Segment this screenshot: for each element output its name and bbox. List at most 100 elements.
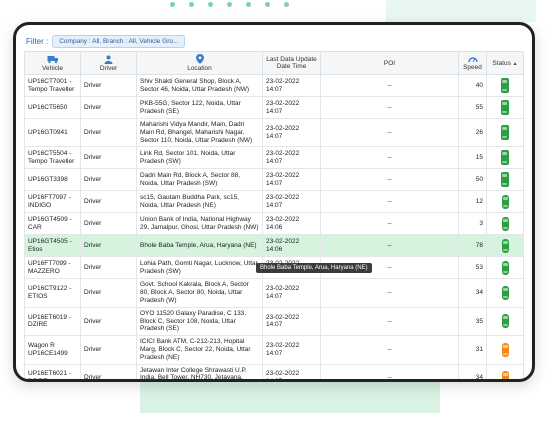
filter-chip[interactable]: Company : All, Branch : All, Vehicle Gro… — [52, 34, 186, 48]
table-row[interactable]: UP16GT3398 Driver Dadri Main Rd, Block A, … — [24, 168, 524, 192]
cell-last-update: 23-02-2022 14:07 — [262, 278, 321, 308]
bus-icon[interactable] — [501, 100, 509, 115]
bus-icon[interactable] — [501, 78, 509, 93]
cell-vehicle: UP16CT7001 - Tempo Traveller — [24, 74, 81, 97]
cell-location: Maharishi Vidya Mandir, Main, Dadri Main… — [136, 117, 263, 148]
cell-status — [486, 256, 524, 280]
table-row[interactable]: UP16GT0941 Driver Maharishi Vidya Mandir, … — [24, 117, 524, 148]
cell-speed: 31 — [458, 335, 487, 365]
map-pin-icon — [195, 54, 204, 64]
table-row[interactable]: UP16CT5650 Driver PKB-55G, Sector 122, Noi… — [24, 96, 524, 119]
table-row[interactable]: UP16GT4505 - Etios Driver Bhole Baba Templ… — [24, 234, 524, 258]
cell-vehicle: UP16CT5504 - Tempo Traveller — [24, 146, 81, 170]
cell-driver: Driver — [80, 212, 137, 236]
cell-poi: -- — [320, 306, 459, 337]
cell-status — [486, 146, 524, 170]
cell-location: Union Bank of India, National Highway 29… — [136, 212, 263, 236]
cell-vehicle: UP16FT7097 - INDIGO — [24, 190, 81, 214]
table-header-row: Vehicle Driver Location Last Data Update… — [24, 51, 524, 75]
table-row[interactable]: UP16CT7001 - Tempo Traveller Driver Shiv S… — [24, 74, 524, 97]
table-row[interactable]: UP16ET6021 - DZIRE Driver Jetawan Inter Co… — [24, 363, 524, 379]
cell-location: Bhole Baba Temple, Arua, Haryana (NE) — [136, 234, 263, 258]
tracking-panel: Filter : Company : All, Branch : All, Ve… — [13, 22, 535, 382]
car-icon[interactable] — [501, 371, 509, 379]
cell-driver: Driver — [80, 306, 137, 337]
cell-driver: Driver — [80, 96, 137, 119]
col-last-update[interactable]: Last Data Update Date Time — [262, 51, 321, 75]
location-tooltip: Bhole Baba Temple, Arua, Haryana (NE) — [256, 263, 372, 273]
table-row[interactable]: UP16ET6019 - DZIRE Driver OYO 11520 Galaxy… — [24, 306, 524, 337]
cell-speed: 3 — [458, 212, 487, 236]
bus-icon[interactable] — [501, 172, 509, 188]
col-status[interactable]: Status ▲ — [486, 51, 524, 75]
cell-poi: -- — [320, 168, 459, 192]
truck-icon — [47, 55, 58, 63]
cell-poi: -- — [320, 234, 459, 258]
cell-vehicle: UP16CT5650 — [24, 96, 81, 119]
cell-vehicle: UP16ET6019 - DZIRE — [24, 306, 81, 337]
sort-up-icon[interactable]: ▲ — [513, 61, 518, 67]
cell-last-update: 23-02-2022 14:07 — [262, 168, 321, 192]
table-row[interactable]: UP16FT7097 - INDIGO Driver sc15, Gautam Bu… — [24, 190, 524, 214]
table-row[interactable]: UP16CT9122 - ETIOS Driver Govt. School Kak… — [24, 278, 524, 308]
cell-status — [486, 96, 524, 119]
cell-last-update: 23-02-2022 14:07 — [262, 74, 321, 97]
cell-speed: 12 — [458, 190, 487, 214]
cell-driver: Driver — [80, 363, 137, 379]
cell-location: Lohia Path, Gomti Nagar, Lucknow, Uttar … — [136, 256, 263, 280]
cell-vehicle: UP16CT9122 - ETIOS — [24, 278, 81, 308]
cell-last-update: 23-02-2022 14:07 — [262, 117, 321, 148]
cell-speed: 78 — [458, 234, 487, 258]
decorative-dots — [170, 2, 289, 7]
cell-location: sc15, Gautam Buddha Park, sc15, Noida, U… — [136, 190, 263, 214]
cell-status — [486, 335, 524, 365]
cell-status — [486, 74, 524, 97]
bus-icon[interactable] — [501, 125, 509, 141]
cell-vehicle: UP16FT7099 - MAZZERO — [24, 256, 81, 280]
col-last-update-label: Last Data Update Date Time — [266, 56, 317, 70]
cell-speed: 53 — [458, 256, 487, 280]
cell-vehicle: UP16GT0941 — [24, 117, 81, 148]
col-poi[interactable]: POI — [320, 51, 459, 75]
cell-poi: -- — [320, 278, 459, 308]
background-accent — [386, 0, 536, 22]
speedometer-icon — [467, 57, 478, 63]
car-icon[interactable] — [501, 238, 509, 253]
bus-icon[interactable] — [501, 150, 509, 166]
col-location[interactable]: Location — [136, 51, 263, 75]
cell-status — [486, 212, 524, 236]
col-vehicle[interactable]: Vehicle — [24, 51, 81, 75]
cell-status — [486, 306, 524, 337]
cell-location: ICICI Bank ATM, C-212-213, Hopital Marg,… — [136, 335, 263, 365]
col-driver[interactable]: Driver — [80, 51, 137, 75]
cell-location: Shiv Shakti General Shop, Block A, Secto… — [136, 74, 263, 97]
cell-speed: 55 — [458, 96, 487, 119]
car-icon[interactable] — [501, 314, 509, 329]
car-icon[interactable] — [501, 342, 509, 357]
cell-vehicle: UP16GT4505 - Etios — [24, 234, 81, 258]
cell-last-update: 23-02-2022 14:06 — [262, 212, 321, 236]
cell-vehicle: UP16ET6021 - DZIRE — [24, 363, 81, 379]
cell-last-update: 23-02-2022 14:07 — [262, 363, 321, 379]
cell-status — [486, 117, 524, 148]
col-speed[interactable]: Speed — [458, 51, 487, 75]
car-icon[interactable] — [501, 216, 509, 231]
car-icon[interactable] — [501, 286, 509, 301]
cell-driver: Driver — [80, 278, 137, 308]
col-poi-label: POI — [383, 59, 396, 67]
table-row[interactable]: UP16GT4509 - CAR Driver Union Bank of Indi… — [24, 212, 524, 236]
cell-vehicle: Wagon R UP16CE1499 — [24, 335, 81, 365]
car-icon[interactable] — [501, 194, 509, 209]
col-vehicle-label: Vehicle — [42, 64, 63, 72]
cell-speed: 34 — [458, 278, 487, 308]
cell-poi: -- — [320, 212, 459, 236]
car-icon[interactable] — [501, 260, 509, 275]
cell-poi: -- — [320, 146, 459, 170]
table-row[interactable]: Wagon R UP16CE1499 Driver ICICI Bank ATM, … — [24, 335, 524, 365]
cell-status — [486, 168, 524, 192]
table-row[interactable]: UP16CT5504 - Tempo Traveller Driver Link R… — [24, 146, 524, 170]
cell-vehicle: UP16GT3398 — [24, 168, 81, 192]
cell-location: Link Rd, Sector 101, Noida, Uttar Prades… — [136, 146, 263, 170]
cell-location: Govt. School Kakrala, Block A, Sector 80… — [136, 278, 263, 308]
cell-poi: -- — [320, 190, 459, 214]
